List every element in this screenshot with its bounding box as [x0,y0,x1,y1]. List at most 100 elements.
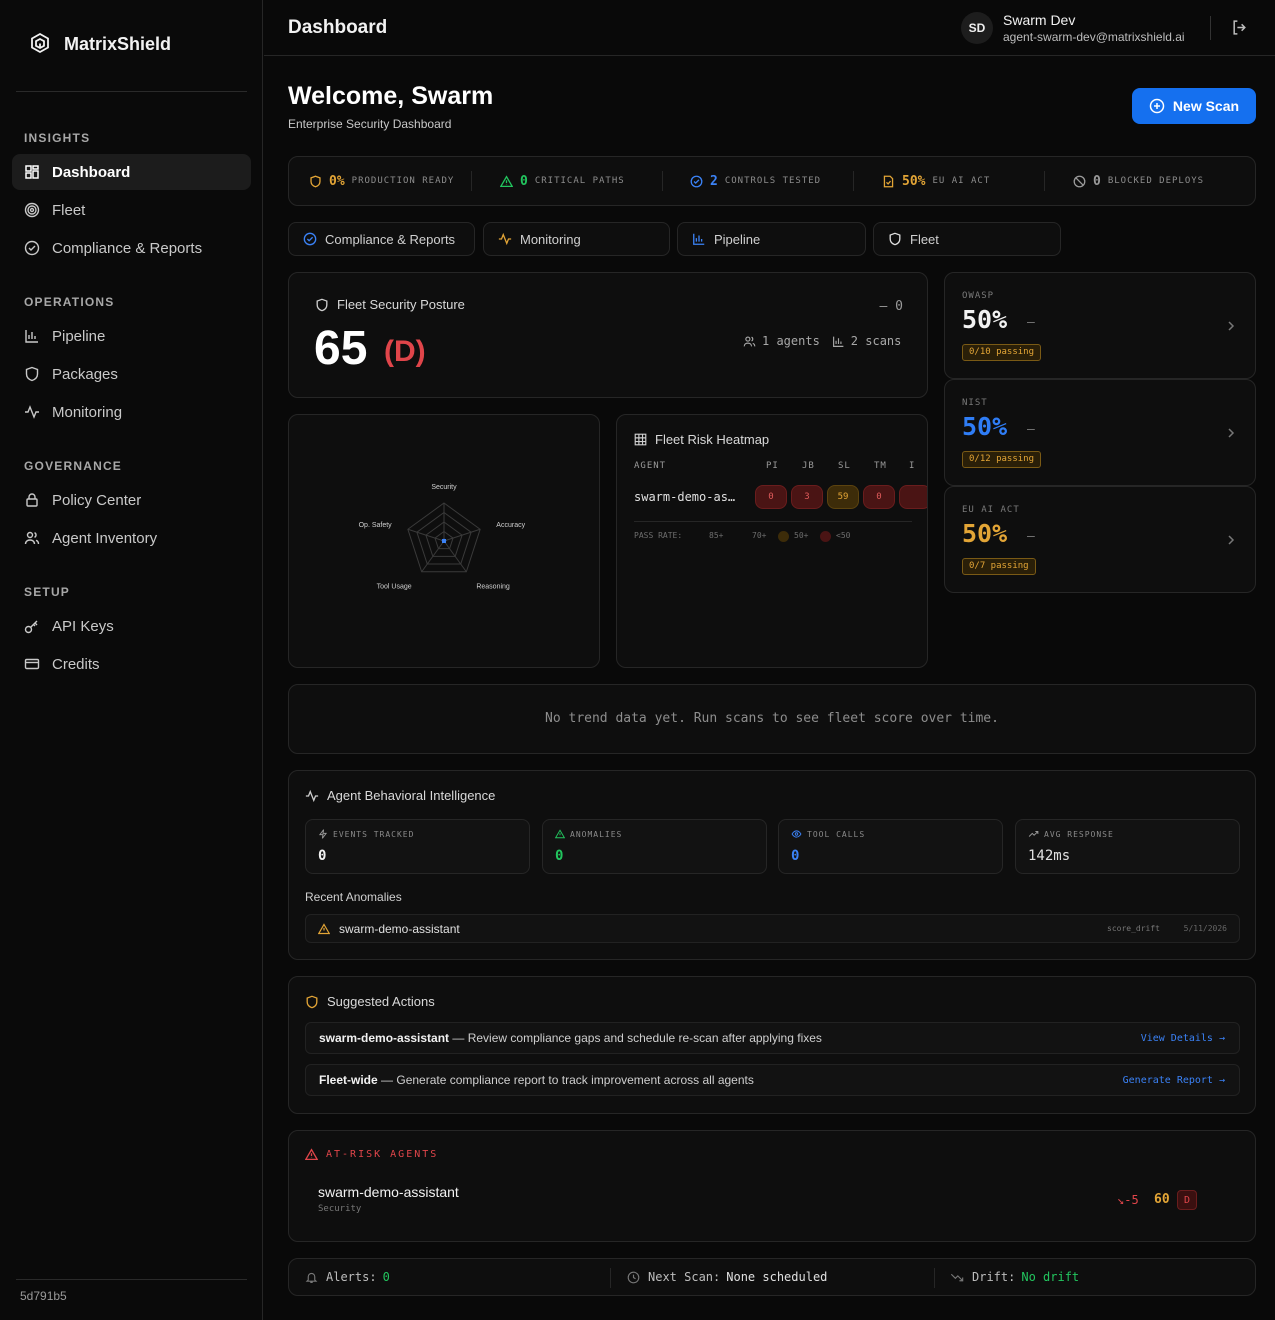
framework-percent: 50% [962,519,1008,548]
risk-heatmap-card: Fleet Risk Heatmap AGENT PI JB SL TM I s… [616,414,928,668]
legend-item-lt50: <50 [836,531,851,540]
at-risk-category: Security [318,1204,362,1214]
card-title: Fleet Security Posture [315,297,465,312]
divider [853,171,854,191]
posture-meta: 1 agents 2 scans [743,334,901,348]
table-grid-icon [634,433,647,446]
at-risk-title: AT-RISK AGENTS [326,1149,439,1160]
sidebar-item-dashboard[interactable]: Dashboard [12,154,251,190]
framework-passing-badge: 0/10 passing [962,344,1042,361]
eye-icon [791,830,802,838]
heatmap-cell[interactable]: 0 [755,485,787,509]
trend-down-icon [950,1273,964,1281]
heatmap-col-pi: PI [766,461,779,471]
view-details-link[interactable]: View Details → [1141,1033,1225,1044]
new-scan-label: New Scan [1172,98,1240,114]
at-risk-card: AT-RISK AGENTS swarm-demo-assistant Secu… [288,1130,1256,1242]
metric-anomalies: ANOMALIES 0 [542,819,767,874]
sidebar-item-label: Dashboard [52,163,131,181]
at-risk-grade-badge: D [1177,1190,1197,1210]
trend-empty-message: No trend data yet. Run scans to see flee… [545,711,999,726]
sidebar-item-compliance[interactable]: Compliance & Reports [12,230,251,266]
clock-icon [627,1271,640,1283]
activity-icon [305,789,319,802]
metric-value: 142ms [1028,848,1071,864]
metric-events-tracked: EVENTS TRACKED 0 [305,819,530,874]
tab-compliance-reports[interactable]: Compliance & Reports [288,222,475,256]
generate-report-link[interactable]: Generate Report → [1123,1075,1225,1086]
heatmap-title: Fleet Risk Heatmap [655,432,770,447]
metric-label: EVENTS TRACKED [318,829,414,839]
heatmap-col-agent: AGENT [634,461,667,471]
stat-production-ready: 0% PRODUCTION READY [309,157,454,205]
radar-chart: Security Accuracy Reasoning Tool Usage Op. S… [359,484,526,590]
framework-percent: 50% [962,412,1008,441]
heatmap-row-agent: swarm-demo-as… [634,490,736,504]
sidebar-item-api-keys[interactable]: API Keys [12,608,251,644]
stat-label: EU AI ACT [932,176,991,186]
tab-monitoring[interactable]: Monitoring [483,222,670,256]
drift-value: No drift [1021,1270,1080,1284]
framework-card-eu-ai-act[interactable]: EU AI ACT 50% – 0/7 passing [944,486,1256,593]
anomaly-row[interactable]: swarm-demo-assistant score_drift 5/11/20… [305,914,1240,943]
legend-swatch-red [820,531,831,542]
sidebar-item-pipeline[interactable]: Pipeline [12,318,251,354]
card-title: AT-RISK AGENTS [305,1148,438,1161]
next-scan-label: Next Scan: [648,1270,721,1284]
stat-value: 0% [329,173,345,189]
behavior-title: Agent Behavioral Intelligence [327,788,496,803]
heatmap-col-jb: JB [802,461,815,471]
posture-delta: — 0 [879,299,903,314]
brand-logo[interactable]: MatrixShield [28,32,171,56]
heatmap-cell[interactable] [899,485,927,509]
status-footer: Alerts: 0 Next Scan: None scheduled Drif… [288,1258,1256,1296]
logout-icon[interactable] [1231,19,1248,36]
bar-chart-icon [25,330,38,343]
heatmap-cell[interactable]: 0 [863,485,895,509]
new-scan-button[interactable]: New Scan [1132,88,1256,124]
posture-title: Fleet Security Posture [337,297,465,312]
sidebar-item-packages[interactable]: Packages [12,356,251,392]
heatmap-cell[interactable]: 59 [827,485,859,509]
stat-eu-ai-act: 50% EU AI ACT [882,157,990,205]
avatar[interactable]: SD [961,12,993,44]
alerts-value: 0 [382,1270,390,1284]
stat-critical-paths: 0 CRITICAL PATHS [500,157,625,205]
sidebar-item-fleet[interactable]: Fleet [12,192,251,228]
radar-axis-label: Op. Safety [359,522,393,529]
sidebar-item-label: Compliance & Reports [52,239,203,257]
warning-icon [318,923,330,935]
sidebar: MatrixShield INSIGHTS Dashboard Fleet Co… [0,0,263,1320]
sidebar-item-credits[interactable]: Credits [12,646,251,682]
lock-icon [26,493,38,507]
sidebar-item-agent-inventory[interactable]: Agent Inventory [12,520,251,556]
sidebar-item-label: Agent Inventory [52,529,158,547]
action-description: — Generate compliance report to track im… [377,1073,754,1087]
alerts-status: Alerts: 0 [305,1259,390,1295]
shield-icon [25,366,39,382]
anomaly-date: 5/11/2026 [1183,924,1227,933]
sidebar-item-policy-center[interactable]: Policy Center [12,482,251,518]
framework-card-nist[interactable]: NIST 50% – 0/12 passing [944,379,1256,486]
divider [662,171,663,191]
action-description: — Review compliance gaps and schedule re… [449,1031,822,1045]
main-content: Dashboard SD Swarm Dev agent-swarm-dev@m… [264,0,1275,1320]
metric-tool-calls: TOOL CALLS 0 [778,819,1003,874]
framework-card-owasp[interactable]: OWASP 50% – 0/10 passing [944,272,1256,379]
section-operations: OPERATIONS [24,295,115,309]
next-scan-status: Next Scan: None scheduled [627,1259,827,1295]
credit-card-icon [24,658,40,670]
tab-pipeline[interactable]: Pipeline [677,222,866,256]
radar-center-point [442,539,446,543]
heatmap-cell[interactable]: 3 [791,485,823,509]
sidebar-item-monitoring[interactable]: Monitoring [12,394,251,430]
stat-blocked-deploys: 0 BLOCKED DEPLOYS [1073,157,1204,205]
at-risk-agent[interactable]: swarm-demo-assistant [318,1184,459,1200]
tab-fleet[interactable]: Fleet [873,222,1061,256]
user-name: Swarm Dev [1003,12,1076,28]
framework-passing-badge: 0/7 passing [962,558,1036,575]
section-insights: INSIGHTS [24,131,91,145]
at-risk-score: 60 [1154,1192,1170,1207]
framework-label: NIST [962,398,988,408]
stats-bar: 0% PRODUCTION READY 0 CRITICAL PATHS 2 C… [288,156,1256,206]
